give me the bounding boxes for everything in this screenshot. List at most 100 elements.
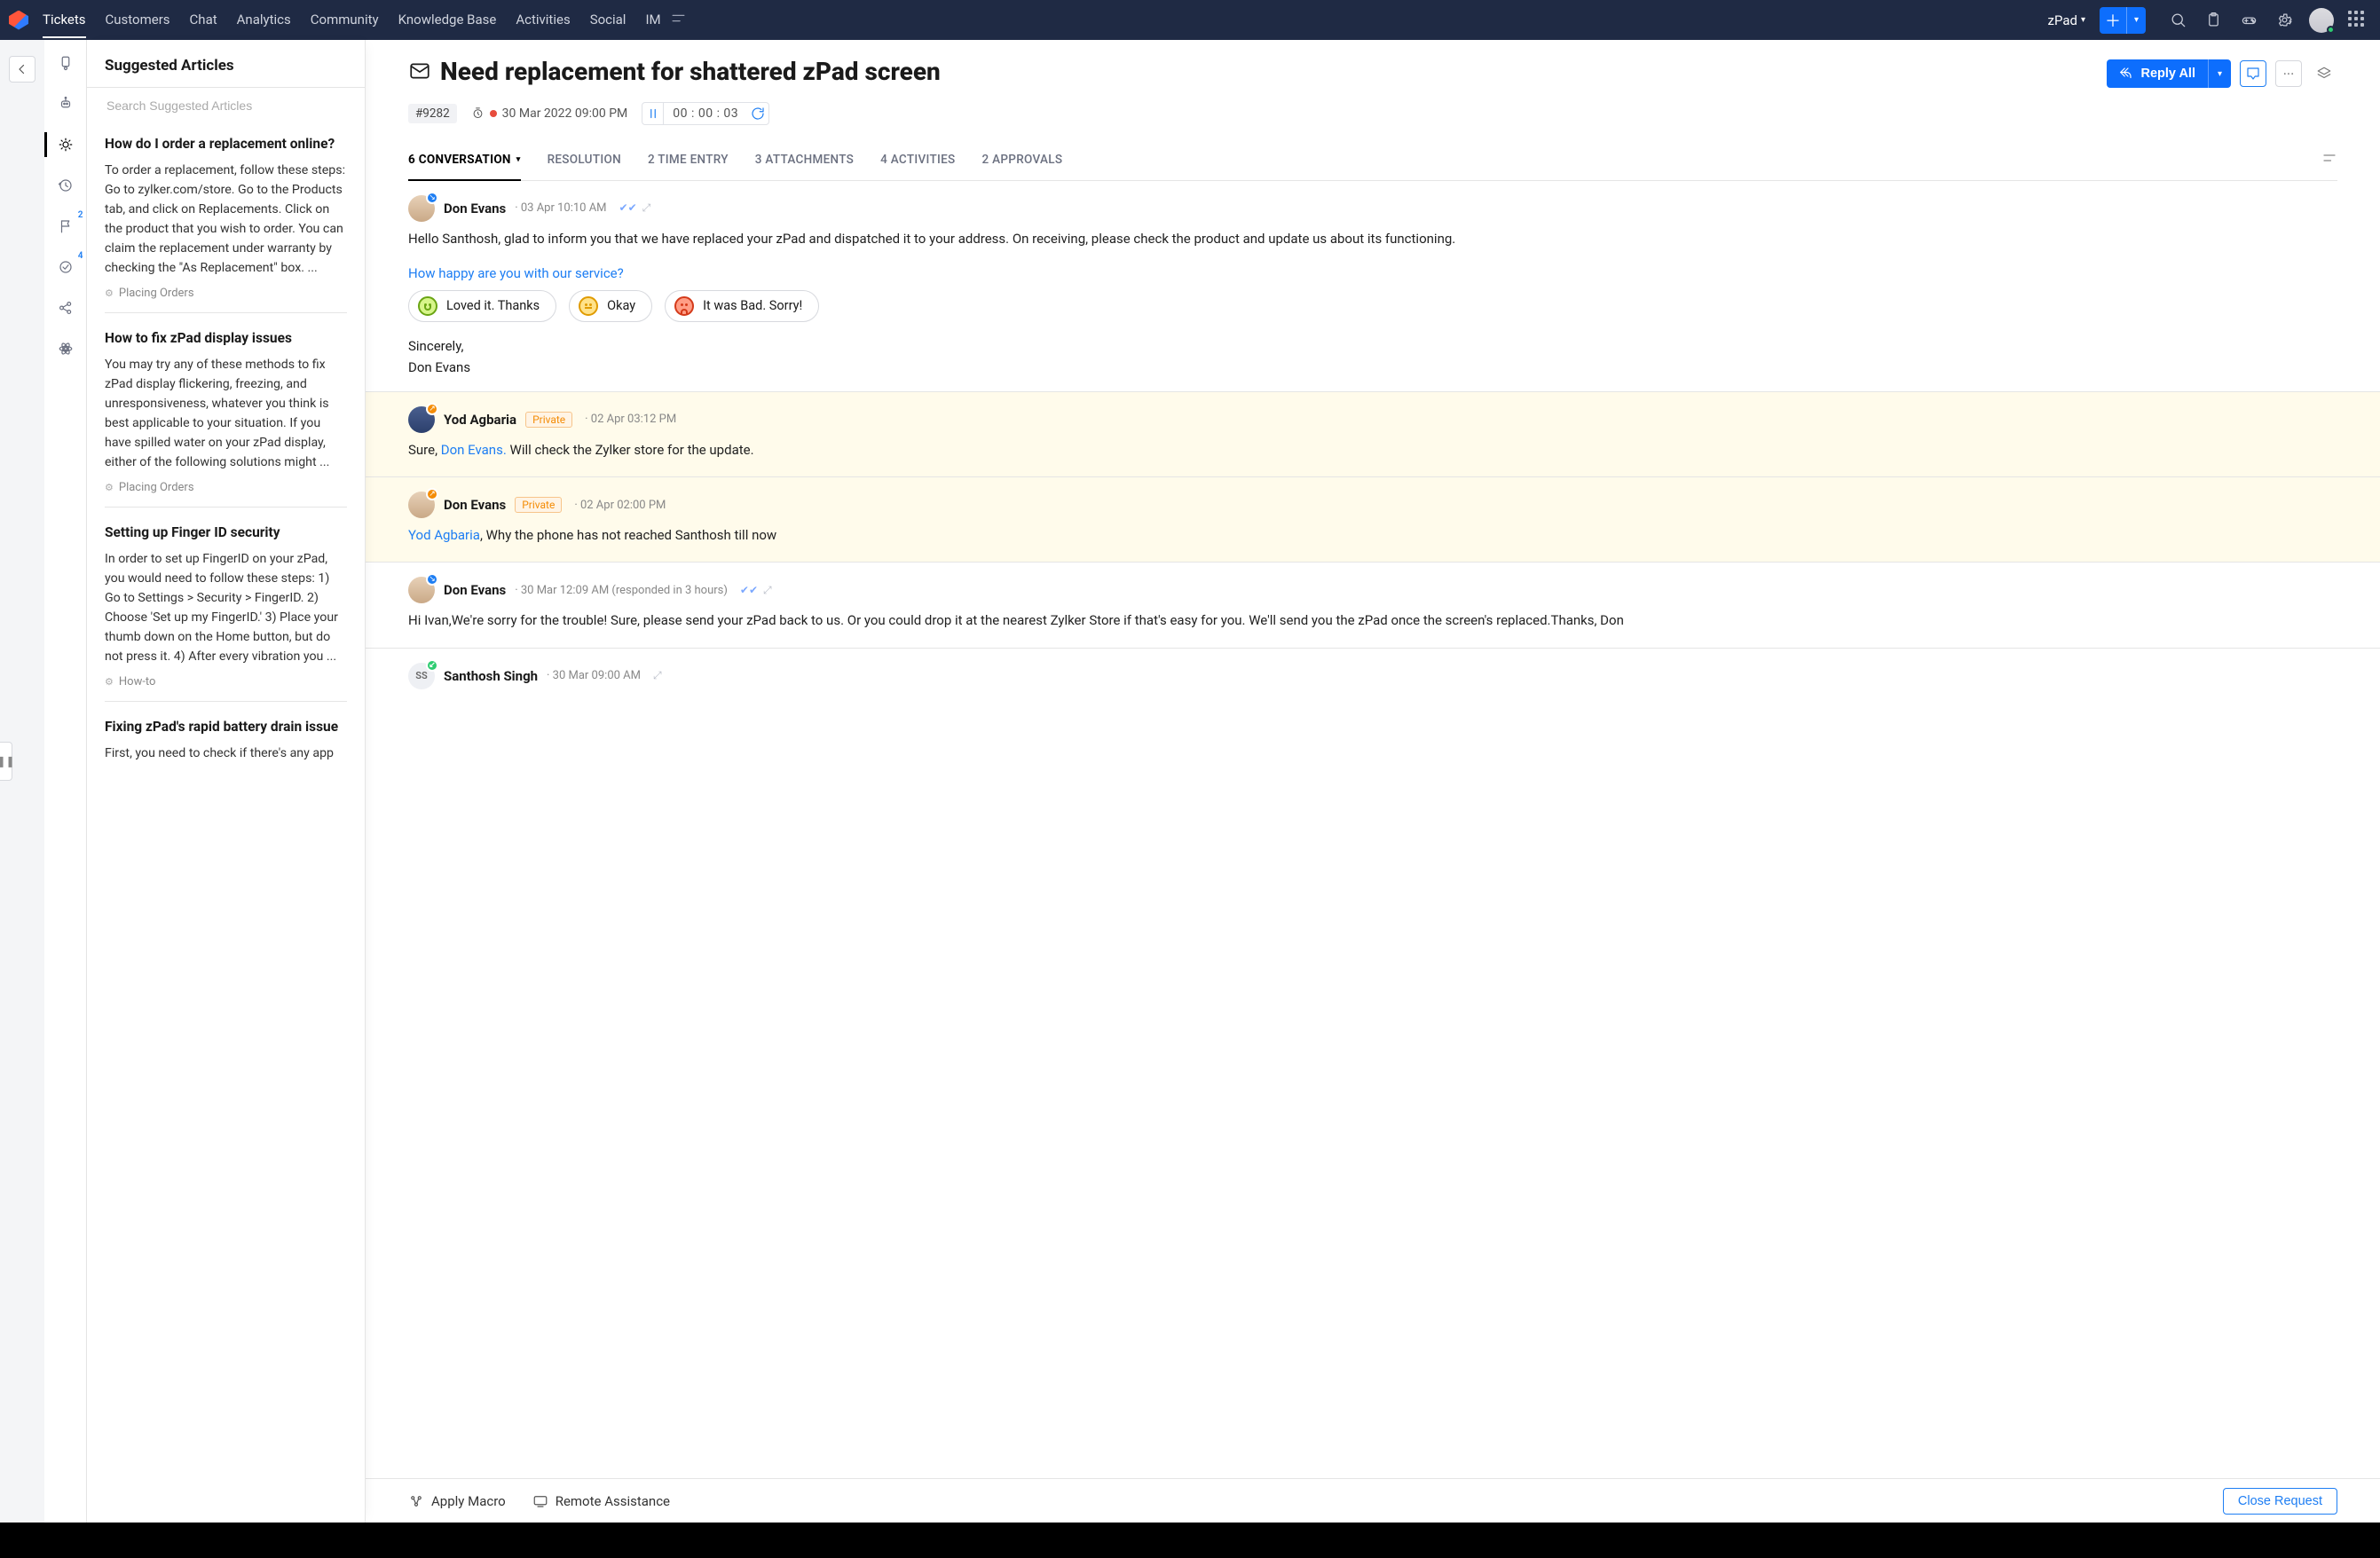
article-title: Fixing zPad's rapid battery drain issue <box>105 718 347 736</box>
feedback-okay-button[interactable]: Okay <box>569 290 652 322</box>
subtab-resolution[interactable]: RESOLUTION <box>548 143 621 180</box>
department-switcher[interactable]: zPad ▾ <box>2048 12 2085 28</box>
rail-suggested-articles-icon[interactable] <box>55 134 76 155</box>
timer-pause-button[interactable] <box>642 103 664 124</box>
comment-icon-button[interactable] <box>2240 60 2266 87</box>
nav-customers[interactable]: Customers <box>106 2 170 38</box>
reply-all-button[interactable]: Reply All <box>2107 59 2208 88</box>
direction-badge-icon: ↘ <box>426 192 438 204</box>
panel-drag-handle[interactable]: ❚❚ <box>0 742 12 781</box>
clipboard-icon[interactable] <box>2201 8 2226 33</box>
message-timestamp: 03 Apr 10:10 AM <box>521 201 607 215</box>
feedback-bad-button[interactable]: It was Bad. Sorry! <box>665 290 819 322</box>
nav-tickets[interactable]: Tickets <box>43 2 86 38</box>
article-item[interactable]: Setting up Finger ID security In order t… <box>105 508 347 702</box>
conversation-item[interactable]: ↘ Don Evans · 03 Apr 10:10 AM ✔✔ ⤢ Hello… <box>366 181 2380 391</box>
articles-search-input[interactable] <box>105 98 347 114</box>
rail-approvals-icon[interactable]: 4 <box>55 256 76 278</box>
articles-header: Suggested Articles <box>87 40 365 88</box>
remote-assistance-button[interactable]: Remote Assistance <box>532 1493 670 1509</box>
avatar: ↗ <box>408 406 435 433</box>
chevron-down-icon: ▾ <box>2081 15 2085 25</box>
gamepad-icon[interactable] <box>2236 8 2261 33</box>
more-actions-button[interactable]: ··· <box>2275 60 2302 87</box>
nav-overflow-icon[interactable] <box>670 10 687 31</box>
nav-community[interactable]: Community <box>311 2 379 38</box>
avatar: ↘ <box>408 577 435 603</box>
timer-refresh-button[interactable] <box>747 106 768 122</box>
article-item[interactable]: How do I order a replacement online? To … <box>105 119 347 313</box>
nav-items: Tickets Customers Chat Analytics Communi… <box>43 2 661 38</box>
article-snippet: First, you need to check if there's any … <box>105 744 347 763</box>
conversation-item[interactable]: ↗ Don Evans Private · 02 Apr 02:00 PM Yo… <box>366 476 2380 562</box>
happy-face-icon <box>418 296 437 316</box>
remote-assistance-label: Remote Assistance <box>556 1493 670 1509</box>
conversation-item[interactable]: SS ↙ Santhosh Singh · 30 Mar 09:00 AM ⤢ <box>366 648 2380 689</box>
message-timestamp: 02 Apr 02:00 PM <box>580 499 666 512</box>
top-navbar: Tickets Customers Chat Analytics Communi… <box>0 0 2380 40</box>
expand-icon[interactable]: ⤢ <box>642 201 651 215</box>
nav-chat[interactable]: Chat <box>190 2 217 38</box>
nav-analytics[interactable]: Analytics <box>237 2 291 38</box>
feedback-loved-button[interactable]: Loved it. Thanks <box>408 290 556 322</box>
avatar: ↗ <box>408 492 435 518</box>
ticket-side-rail: 2 4 <box>44 40 87 1523</box>
current-user-avatar[interactable] <box>2309 8 2334 33</box>
layers-icon[interactable] <box>2311 60 2337 87</box>
rail-ai-bot-icon[interactable] <box>55 93 76 114</box>
close-request-button[interactable]: Close Request <box>2223 1488 2337 1515</box>
back-button[interactable] <box>9 56 35 83</box>
gear-icon[interactable] <box>2272 8 2297 33</box>
nav-activities[interactable]: Activities <box>516 2 570 38</box>
subtab-activities[interactable]: 4 ACTIVITIES <box>880 143 955 180</box>
expand-icon[interactable]: ⤢ <box>653 669 662 682</box>
search-icon[interactable] <box>2165 8 2190 33</box>
signature-line2: Don Evans <box>408 359 2337 375</box>
rail-share-icon[interactable] <box>55 297 76 319</box>
article-item[interactable]: How to fix zPad display issues You may t… <box>105 313 347 508</box>
article-title: Setting up Finger ID security <box>105 523 347 542</box>
apply-macro-button[interactable]: Apply Macro <box>408 1493 506 1509</box>
due-date: 30 Mar 2022 09:00 PM <box>471 106 628 121</box>
sender-name: Yod Agbaria <box>444 412 516 428</box>
sad-face-icon <box>674 296 694 316</box>
ticket-footer: Apply Macro Remote Assistance Close Requ… <box>366 1478 2380 1523</box>
subtabs-more-icon[interactable] <box>2321 143 2337 180</box>
add-button-caret[interactable]: ▾ <box>2126 7 2146 34</box>
subtab-conversation[interactable]: 6 CONVERSATION▾ <box>408 143 521 180</box>
add-button-group: ＋ ▾ <box>2100 7 2146 34</box>
message-timestamp: 02 Apr 03:12 PM <box>591 413 676 426</box>
rail-history-icon[interactable] <box>55 175 76 196</box>
nav-kb[interactable]: Knowledge Base <box>398 2 497 38</box>
message-body: Yod Agbaria, Why the phone has not reach… <box>408 525 2337 546</box>
ticket-header: Need replacement for shattered zPad scre… <box>366 40 2380 181</box>
expand-icon[interactable]: ⤢ <box>763 584 772 597</box>
rail-extensions-icon[interactable] <box>55 338 76 359</box>
nav-social[interactable]: Social <box>590 2 627 38</box>
reply-caret-button[interactable]: ▾ <box>2208 59 2231 88</box>
conversation-item[interactable]: ↗ Yod Agbaria Private · 02 Apr 03:12 PM … <box>366 391 2380 476</box>
due-date-text: 30 Mar 2022 09:00 PM <box>502 106 628 121</box>
chevron-down-icon: ▾ <box>516 155 521 164</box>
apps-grid-icon[interactable] <box>2348 11 2368 30</box>
rail-flag-icon[interactable]: 2 <box>55 216 76 237</box>
add-button[interactable]: ＋ <box>2100 7 2126 34</box>
reply-split-button: Reply All ▾ <box>2107 59 2231 88</box>
rail-properties-icon[interactable] <box>55 52 76 74</box>
article-snippet: In order to set up FingerID on your zPad… <box>105 549 347 666</box>
nav-im[interactable]: IM <box>645 2 660 38</box>
subtab-time-entry[interactable]: 2 TIME ENTRY <box>648 143 729 180</box>
message-body: Hello Santhosh, glad to inform you that … <box>408 229 2337 249</box>
article-item[interactable]: Fixing zPad's rapid battery drain issue … <box>105 702 347 784</box>
mention-link[interactable]: Don Evans. <box>441 442 507 458</box>
conversation-item[interactable]: ↘ Don Evans · 30 Mar 12:09 AM (responded… <box>366 562 2380 647</box>
sender-name: Don Evans <box>444 582 506 598</box>
subtab-approvals[interactable]: 2 APPROVALS <box>982 143 1063 180</box>
subtab-attachments[interactable]: 3 ATTACHMENTS <box>755 143 854 180</box>
avatar: SS ↙ <box>408 663 435 689</box>
ticket-main: Need replacement for shattered zPad scre… <box>366 40 2380 1523</box>
avatar: ↘ <box>408 195 435 222</box>
article-category: Placing Orders <box>105 481 347 494</box>
direction-badge-icon: ↘ <box>426 573 438 586</box>
mention-link[interactable]: Yod Agbaria <box>408 527 480 543</box>
